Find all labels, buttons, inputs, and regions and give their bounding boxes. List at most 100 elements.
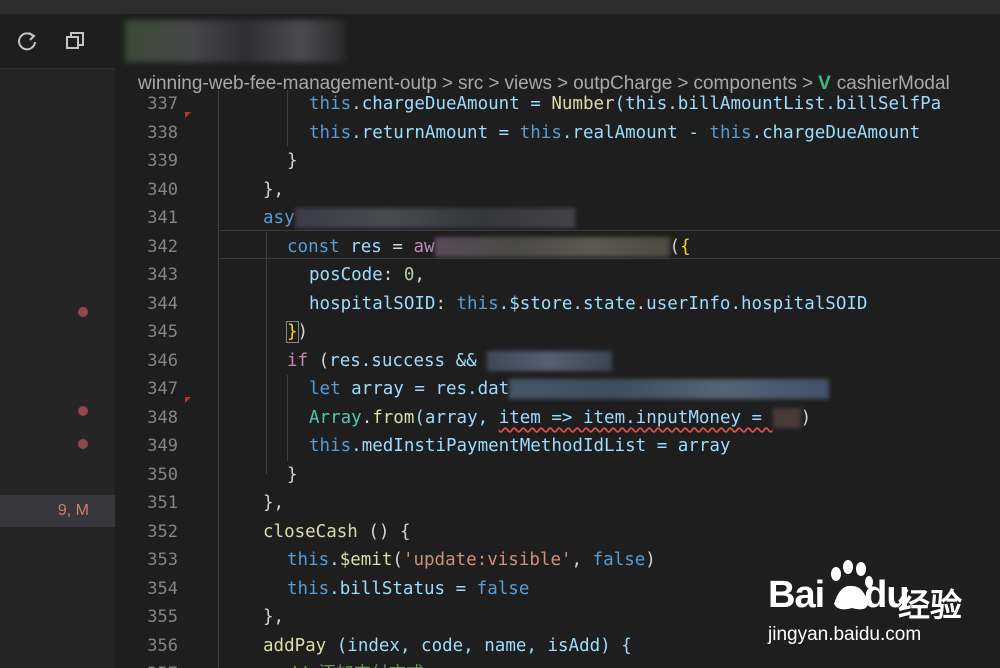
redacted-area xyxy=(125,20,345,62)
line-number: 341 xyxy=(147,208,178,228)
code-token: .dat xyxy=(467,379,510,399)
watermark-brand-part: Bai xyxy=(768,574,825,616)
code-token: ( xyxy=(669,236,681,257)
code-token: .realAmount - xyxy=(561,122,710,143)
copy-window-icon[interactable] xyxy=(62,28,88,54)
line-number: 351 xyxy=(147,493,178,513)
code-token: .returnAmount = xyxy=(351,122,520,143)
code-token: this xyxy=(309,122,352,143)
code-token: asy xyxy=(263,208,295,228)
line-number: 354 xyxy=(147,578,178,599)
indent-guide xyxy=(266,232,267,474)
indent-guide xyxy=(287,375,288,461)
code-token: () { xyxy=(357,521,411,542)
code-line: asy xyxy=(263,204,575,233)
code-token: res xyxy=(435,379,468,399)
refresh-icon[interactable] xyxy=(14,28,40,54)
code-token: 0 xyxy=(403,265,415,285)
line-number: 344 xyxy=(147,293,178,314)
code-line: const res = aw ({ xyxy=(287,233,691,262)
line-number: 347 xyxy=(147,379,178,399)
code-token: from xyxy=(372,407,415,428)
code-token: .billStatus = xyxy=(329,578,477,599)
code-token: this xyxy=(519,122,562,143)
code-token: ) xyxy=(645,550,656,570)
code-line: }, xyxy=(263,179,285,200)
code-line: }) xyxy=(286,318,309,347)
problems-badge[interactable]: 9, M xyxy=(0,495,115,527)
line-number: 357 xyxy=(115,660,178,668)
code-token: const xyxy=(287,236,340,257)
code-token: posCode xyxy=(309,265,383,285)
code-token: (index, code, name, isAdd) { xyxy=(326,635,632,656)
code-line: hospitalSOID: this.$store.state.userInfo… xyxy=(309,290,867,319)
code-token: ) xyxy=(297,322,309,342)
line-number: 340 xyxy=(147,179,178,200)
code-token: false xyxy=(592,550,646,570)
code-line: this.billStatus = false xyxy=(287,575,529,604)
code-token: , xyxy=(571,550,593,570)
code-token: .chargeDueAmount = xyxy=(351,94,552,114)
watermark-url: jingyan.baidu.com xyxy=(768,624,922,645)
code-token: this xyxy=(309,436,352,456)
code-token: $emit xyxy=(339,550,393,570)
code-token: .$store.state.userInfo.hospitalSOID xyxy=(498,293,868,314)
code-token: aw xyxy=(413,236,435,257)
redacted-code xyxy=(487,350,613,371)
side-panel: 9, M xyxy=(0,68,115,668)
breakpoint-icon[interactable] xyxy=(78,307,88,317)
redacted-code xyxy=(434,236,670,257)
code-line: Array.from(array, item => item.inputMone… xyxy=(309,404,811,433)
line-number: 342 xyxy=(147,236,178,257)
code-token: false xyxy=(476,578,530,599)
code-token: .medInstiPaymentMethodIdList = array xyxy=(351,436,731,456)
indent-guide xyxy=(287,90,288,146)
code-line: }, xyxy=(263,607,285,627)
redacted-code xyxy=(509,379,830,399)
code-token: (array, xyxy=(414,407,499,428)
line-number: 349 xyxy=(147,436,178,456)
menu-bar[interactable] xyxy=(0,0,1000,14)
code-token: { xyxy=(680,236,691,257)
code-token: = xyxy=(381,236,414,257)
code-line: this.returnAmount = this.realAmount - th… xyxy=(309,119,920,148)
code-token: : xyxy=(382,265,404,285)
code-token: ) xyxy=(800,407,812,428)
line-number: 343 xyxy=(147,265,178,285)
line-number-gutter: 337 338 339 340 341 342 343 344 345 346 … xyxy=(115,90,203,668)
code-line: this.chargeDueAmount = Number(this.billA… xyxy=(309,90,941,119)
baidu-paw-icon xyxy=(831,560,873,610)
line-number: 352 xyxy=(147,521,178,542)
code-token: Number xyxy=(551,94,615,114)
breakpoint-icon[interactable] xyxy=(78,406,88,416)
line-number: 338 xyxy=(147,122,178,143)
code-token: . xyxy=(329,550,340,570)
code-token: this xyxy=(309,94,352,114)
redacted-code xyxy=(772,407,801,428)
code-token: } xyxy=(286,321,299,343)
watermark-cn: 经验 xyxy=(898,587,963,623)
indent-guide xyxy=(218,90,219,668)
code-token: array = xyxy=(340,379,436,399)
code-line: if (res.success && xyxy=(287,347,613,376)
code-token: this xyxy=(456,293,499,314)
toolbar xyxy=(0,14,1000,68)
code-token: . xyxy=(361,407,373,428)
code-line: // 添加支付方式 xyxy=(287,660,424,668)
line-number: 346 xyxy=(147,350,178,371)
code-line: }, xyxy=(263,493,285,513)
code-token: res xyxy=(350,236,382,257)
line-number: 348 xyxy=(147,407,178,428)
code-token: let xyxy=(309,379,341,399)
diff-marker-icon[interactable] xyxy=(185,397,191,403)
breakpoint-icon[interactable] xyxy=(78,439,88,449)
diff-marker-icon[interactable] xyxy=(185,112,191,118)
code-token: if xyxy=(287,350,309,371)
code-token: this xyxy=(287,550,330,570)
code-token: item => item.inputMoney = xyxy=(498,407,773,428)
line-number: 339 xyxy=(147,151,178,171)
code-token: , xyxy=(414,265,425,285)
code-line: } xyxy=(287,464,298,485)
code-token: : xyxy=(435,293,457,314)
code-token: this xyxy=(287,578,330,599)
